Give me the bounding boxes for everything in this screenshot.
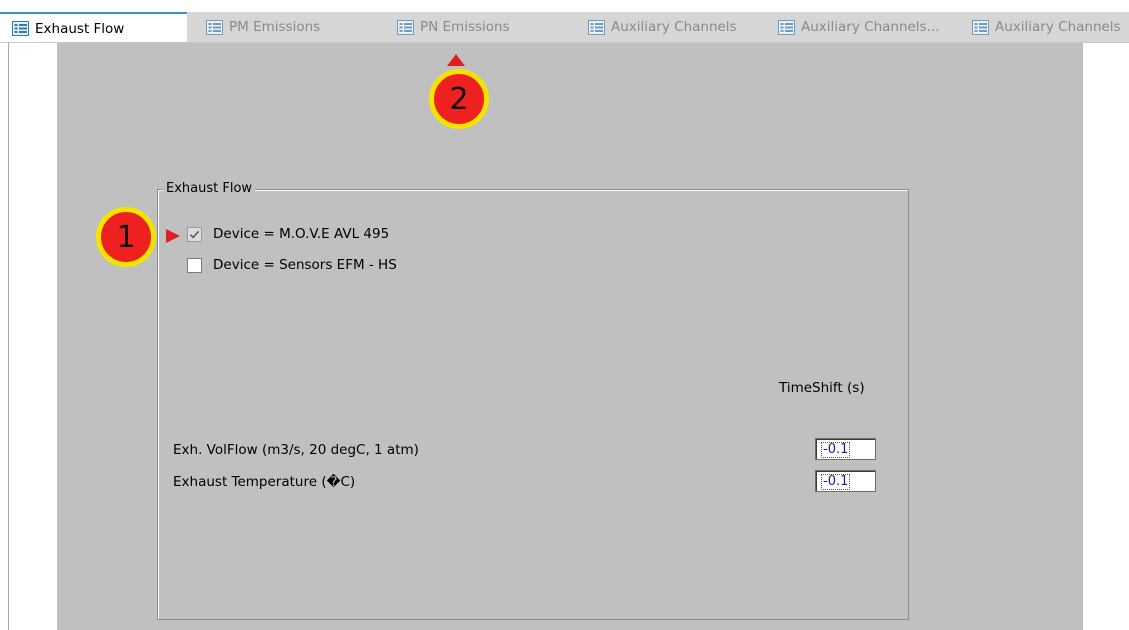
annotation-badge-2: 2 (429, 69, 489, 129)
annotation-badge-1: 1 (96, 207, 156, 267)
annotation-arrows (166, 54, 465, 243)
arrow-2-icon (447, 54, 465, 66)
arrow-1-icon (166, 229, 180, 243)
